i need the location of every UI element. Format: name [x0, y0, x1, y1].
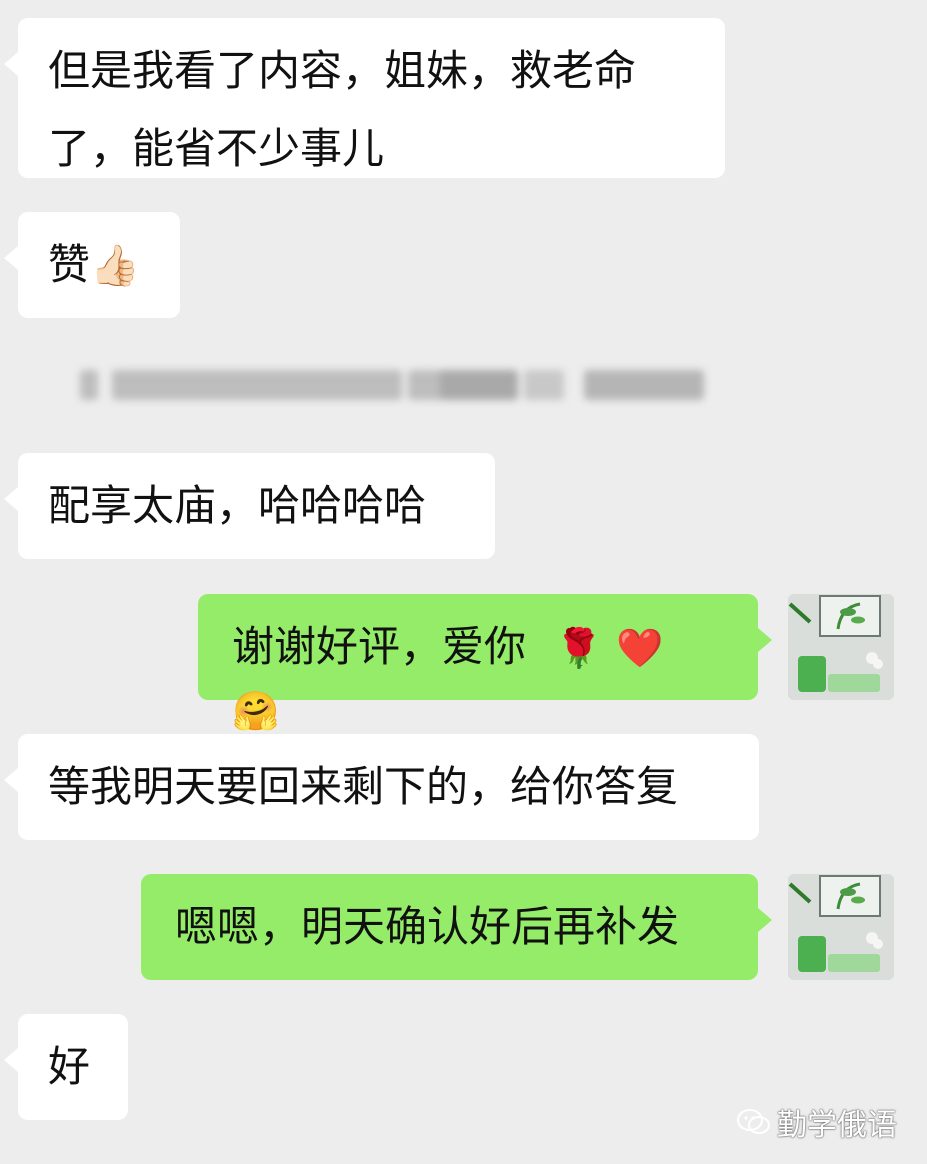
- watermark: 勤学俄语: [737, 1100, 897, 1144]
- hug-icon: 🤗: [232, 689, 280, 733]
- message-text: 配享太庙，哈哈哈哈: [48, 481, 427, 530]
- blurred-system-notice: [64, 362, 712, 408]
- message-bubble-2[interactable]: 赞👍🏻: [4, 212, 180, 318]
- message-text: 等我明天要回来剩下的，给你答复: [48, 762, 679, 811]
- avatar-image: [788, 594, 894, 700]
- wechat-icon: [737, 1109, 770, 1134]
- avatar-image: [788, 874, 894, 980]
- message-text: 好: [48, 1042, 91, 1091]
- rose-icon: 🌹: [555, 626, 603, 670]
- message-bubble-5[interactable]: 等我明天要回来剩下的，给你答复: [4, 734, 759, 840]
- message-text-line-2: 了，能省不少事儿: [48, 124, 385, 173]
- message-bubble-4[interactable]: 谢谢好评，爱你 🌹 ❤️ 🤗: [198, 594, 772, 733]
- watermark-text: 勤学俄语: [777, 1108, 897, 1143]
- message-bubble-6[interactable]: 嗯嗯，明天确认好后再补发: [141, 874, 772, 980]
- avatar[interactable]: [788, 594, 894, 700]
- message-bubble-3[interactable]: 配享太庙，哈哈哈哈: [4, 453, 495, 559]
- message-text: 嗯嗯，明天确认好后再补发: [175, 902, 680, 951]
- message-bubble-7[interactable]: 好: [4, 1014, 128, 1120]
- message-text-line-1: 但是我看了内容，姐妹，救老命: [48, 46, 637, 95]
- message-bubble-1[interactable]: 但是我看了内容，姐妹，救老命 了，能省不少事儿: [4, 18, 725, 178]
- thumbs-up-icon: 👍🏻: [90, 243, 140, 289]
- message-text: 谢谢好评，爱你: [232, 622, 527, 671]
- heart-icon: ❤️: [616, 626, 664, 670]
- message-text: 赞: [48, 240, 91, 289]
- avatar[interactable]: [788, 874, 894, 980]
